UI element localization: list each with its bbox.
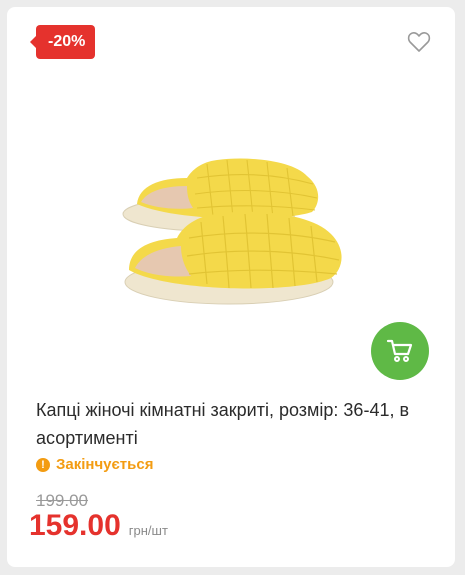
current-price: 159.00 <box>29 509 121 542</box>
product-image[interactable] <box>117 142 357 322</box>
stock-status: ! Закінчується <box>36 456 153 473</box>
discount-badge: -20% <box>29 25 96 59</box>
product-card[interactable]: -20% Капці жіночі кімнатні закриті, розм… <box>7 7 455 567</box>
heart-outline-icon[interactable] <box>407 31 431 53</box>
old-price: 199.00 <box>36 491 88 510</box>
stock-status-text: Закінчується <box>56 456 154 473</box>
add-to-cart-button[interactable] <box>371 322 429 380</box>
price-row: 159.00 грн/шт <box>29 509 168 543</box>
exclamation-icon: ! <box>36 457 50 472</box>
shopping-cart-icon <box>386 339 413 362</box>
product-title[interactable]: Капці жіночі кімнатні закриті, розмір: 3… <box>36 396 436 452</box>
price-unit: грн/шт <box>128 523 168 538</box>
